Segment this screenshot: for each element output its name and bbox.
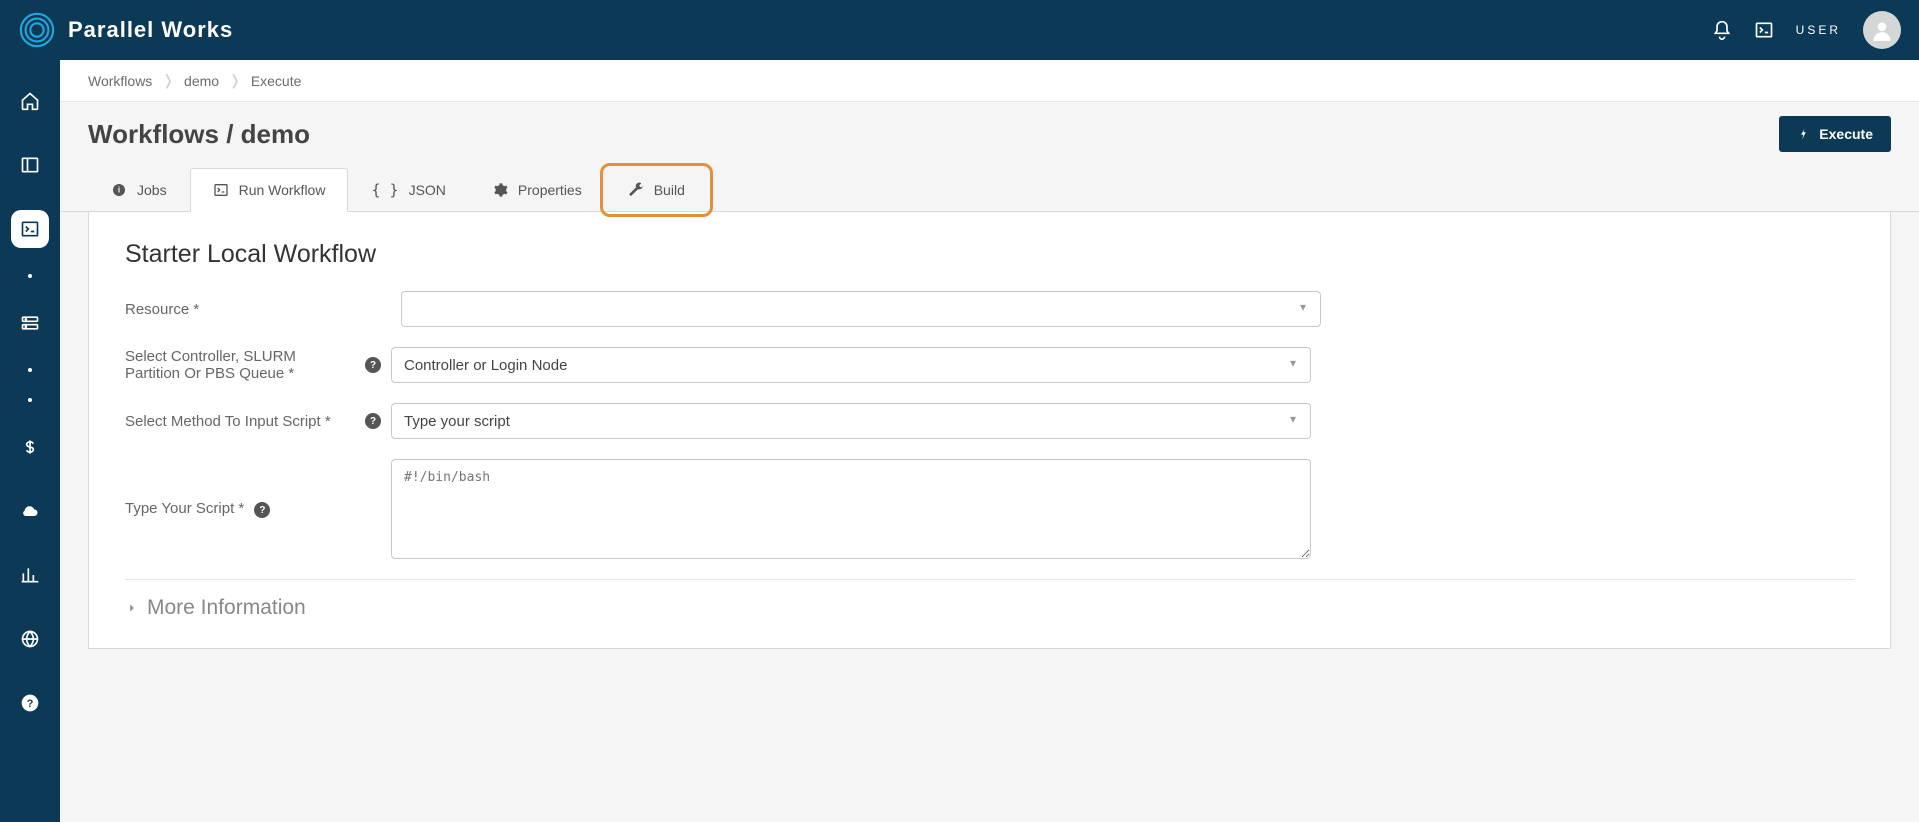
sidebar-item-globe[interactable] <box>11 620 49 658</box>
label-method: Select Method To Input Script * <box>125 413 355 430</box>
help-icon[interactable]: ? <box>365 357 381 373</box>
tab-properties[interactable]: Properties <box>469 168 605 211</box>
execute-button-label: Execute <box>1819 126 1873 142</box>
tab-label: JSON <box>409 182 446 198</box>
row-script: Type Your Script * ? <box>125 459 1854 559</box>
sidebar-item-analytics[interactable] <box>11 556 49 594</box>
avatar-icon <box>1869 17 1895 43</box>
select-method[interactable]: Type your script <box>391 403 1311 439</box>
tab-label: Properties <box>518 182 582 198</box>
execute-button[interactable]: Execute <box>1779 116 1891 152</box>
terminal-icon <box>213 182 229 198</box>
bell-icon[interactable] <box>1712 20 1732 40</box>
breadcrumb-item[interactable]: Execute <box>251 73 302 89</box>
tab-json[interactable]: { } JSON <box>348 168 468 211</box>
run-icon <box>1797 127 1811 141</box>
svg-text:i: i <box>118 186 120 195</box>
tab-label: Jobs <box>137 182 167 198</box>
select-controller[interactable]: Controller or Login Node <box>391 347 1311 383</box>
tab-label: Run Workflow <box>239 182 326 198</box>
terminal-icon[interactable] <box>1754 20 1774 40</box>
row-method: Select Method To Input Script * ? Type y… <box>125 403 1854 439</box>
row-resource: Resource * <box>125 291 1854 327</box>
user-label: USER <box>1796 23 1841 37</box>
brand-text: Parallel Works <box>68 17 233 43</box>
label-controller: Select Controller, SLURM Partition Or PB… <box>125 348 355 382</box>
sidebar: ? <box>0 60 60 822</box>
user-avatar[interactable] <box>1863 11 1901 49</box>
breadcrumb-sep-icon: ❭ <box>162 72 174 89</box>
sidebar-item-panel[interactable] <box>11 146 49 184</box>
panel-title: Starter Local Workflow <box>125 240 1854 269</box>
app-header: Parallel Works USER <box>0 0 1919 60</box>
sidebar-item-billing[interactable] <box>11 428 49 466</box>
more-information-toggle[interactable]: More Information <box>125 579 1854 620</box>
sidebar-item-storage[interactable] <box>11 304 49 342</box>
tab-build[interactable]: Build <box>605 168 708 211</box>
svg-text:?: ? <box>27 698 34 710</box>
tab-jobs[interactable]: i Jobs <box>88 168 190 211</box>
textarea-script[interactable] <box>391 459 1311 559</box>
help-icon[interactable]: ? <box>365 413 381 429</box>
breadcrumb-item[interactable]: demo <box>184 73 219 89</box>
tabs: i Jobs Run Workflow { } JSON Properties … <box>60 168 1919 212</box>
logo-spiral-icon <box>18 11 56 49</box>
sidebar-item-help[interactable]: ? <box>11 684 49 722</box>
tab-label: Build <box>654 182 685 198</box>
select-resource[interactable] <box>401 291 1321 327</box>
breadcrumb: Workflows ❭ demo ❭ Execute <box>60 60 1919 102</box>
sidebar-item-terminal[interactable] <box>11 210 49 248</box>
sidebar-item-home[interactable] <box>11 82 49 120</box>
breadcrumb-item[interactable]: Workflows <box>88 73 152 89</box>
sidebar-dot <box>28 368 32 372</box>
tab-run-workflow[interactable]: Run Workflow <box>190 168 349 212</box>
form-panel: Starter Local Workflow Resource * Select… <box>88 212 1891 649</box>
gear-icon <box>492 182 508 198</box>
title-row: Workflows / demo Execute <box>60 102 1919 168</box>
chevron-right-icon <box>125 601 139 615</box>
label-script: Type Your Script * ? <box>125 500 355 519</box>
header-right: USER <box>1712 11 1901 49</box>
sidebar-dot <box>28 398 32 402</box>
main-content: Workflows ❭ demo ❭ Execute Workflows / d… <box>60 60 1919 822</box>
breadcrumb-sep-icon: ❭ <box>229 72 241 89</box>
sidebar-item-cloud[interactable] <box>11 492 49 530</box>
more-info-label: More Information <box>147 596 306 620</box>
row-controller: Select Controller, SLURM Partition Or PB… <box>125 347 1854 383</box>
info-icon: i <box>111 182 127 198</box>
sidebar-dot <box>28 274 32 278</box>
braces-icon: { } <box>371 181 398 199</box>
logo-area[interactable]: Parallel Works <box>18 11 233 49</box>
label-resource: Resource * <box>125 301 355 318</box>
wrench-icon <box>628 182 644 198</box>
help-icon[interactable]: ? <box>254 502 270 518</box>
page-title: Workflows / demo <box>88 119 310 150</box>
